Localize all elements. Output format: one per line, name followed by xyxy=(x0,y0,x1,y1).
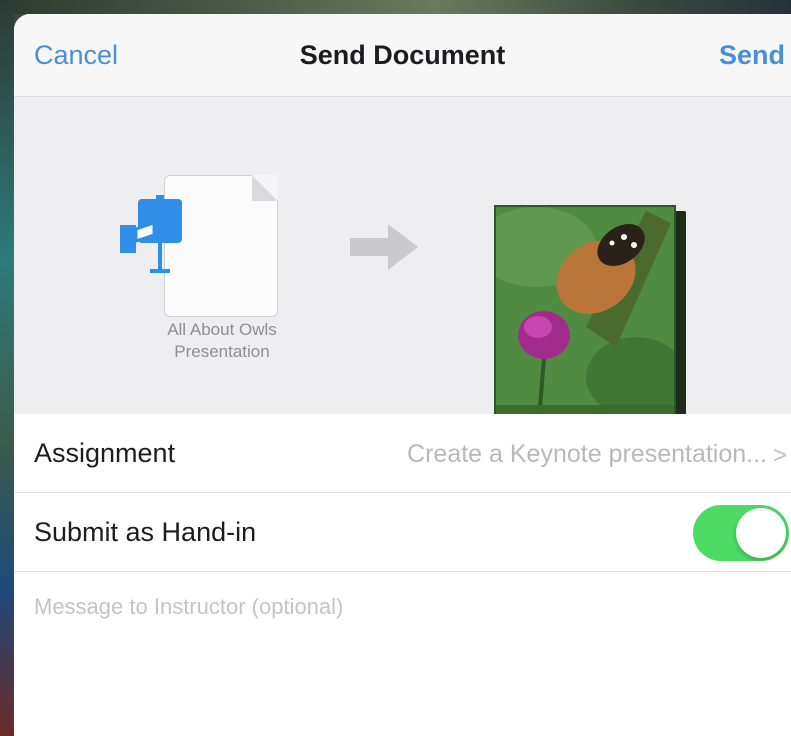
butterfly-photo xyxy=(496,207,674,407)
arrow-right-icon xyxy=(350,224,418,270)
document-preview: All About Owls Presentation xyxy=(14,97,791,453)
chevron-right-icon: > xyxy=(772,442,787,469)
assignment-row[interactable]: Assignment Create a Keynote presentation… xyxy=(14,414,791,493)
page-fold xyxy=(252,175,278,201)
handin-row: Submit as Hand-in xyxy=(14,493,791,572)
message-placeholder: Message to Instructor (optional) xyxy=(34,594,344,619)
assignment-value: Create a Keynote presentation... xyxy=(407,440,767,468)
keynote-icon xyxy=(120,195,182,273)
navigation-bar: Cancel Send Document Send xyxy=(14,14,791,97)
toggle-knob xyxy=(736,508,786,558)
assignment-label: Assignment xyxy=(34,438,176,468)
page-title: Send Document xyxy=(299,40,506,70)
background-backdrop-left xyxy=(0,0,14,736)
handin-toggle[interactable] xyxy=(693,505,789,561)
background-backdrop-top xyxy=(0,0,791,14)
document-name: All About Owls Presentation xyxy=(167,320,277,361)
message-field[interactable]: Message to Instructor (optional) xyxy=(14,572,791,736)
send-button[interactable]: Send xyxy=(719,40,785,71)
handin-label: Submit as Hand-in xyxy=(34,517,257,547)
send-document-sheet: Cancel Send Document Send All About Owls… xyxy=(14,14,791,736)
